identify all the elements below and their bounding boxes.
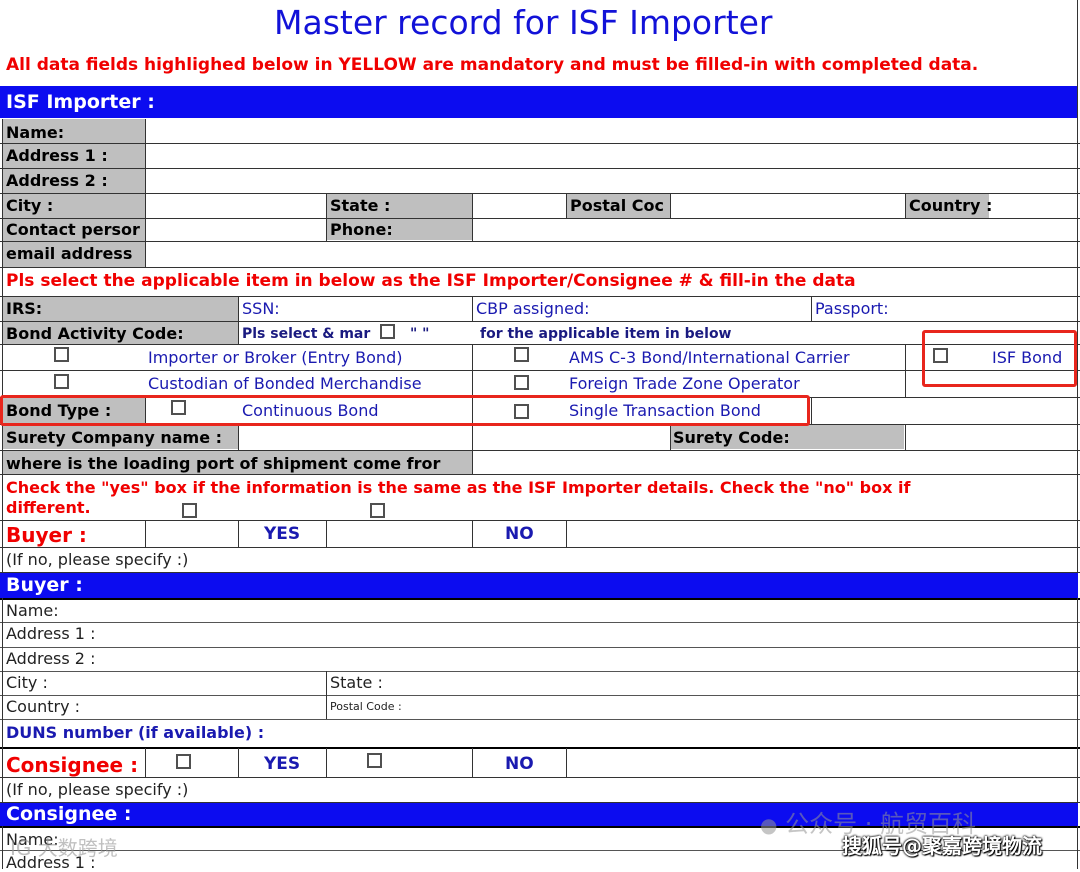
isf-importer-header: ISF Importer :: [0, 86, 1078, 118]
wechat-icon: ●: [760, 813, 778, 837]
importer-address1-field[interactable]: [146, 144, 1076, 168]
check-note-line2: different.: [6, 498, 91, 517]
sohu-watermark: 搜狐号@聚嘉跨境物流: [842, 834, 1042, 858]
wechat-watermark: ● 公众号 · 航贸百科: [760, 812, 976, 836]
consignee-yes-label: YES: [264, 754, 301, 774]
bond-activity-label: Bond Activity Code:: [6, 324, 184, 343]
entry-bond-checkbox[interactable]: [54, 347, 69, 362]
importer-name-label: Name:: [6, 123, 65, 142]
ssn-label[interactable]: SSN:: [242, 301, 280, 317]
custodian-label: Custodian of Bonded Merchandise: [148, 374, 422, 393]
custodian-checkbox[interactable]: [54, 374, 69, 389]
ams-c3-checkbox[interactable]: [514, 347, 529, 362]
page-title: Master record for ISF Importer: [274, 3, 773, 42]
importer-email-label: email address: [6, 244, 133, 263]
sample-yes-checkbox: [182, 503, 197, 518]
importer-name-field[interactable]: [146, 120, 1076, 143]
consignee-no-label: NO: [505, 754, 534, 774]
check-note-line1: Check the "yes" box if the information i…: [6, 478, 911, 497]
bond-activity-instr-a: Pls select & mar: [242, 326, 371, 342]
ams-c3-label: AMS C-3 Bond/International Carrier: [569, 348, 850, 367]
buyer-no-cell[interactable]: [327, 521, 472, 547]
passport-label[interactable]: Passport:: [815, 301, 889, 317]
buyer-postal-label: Postal Code :: [330, 700, 402, 713]
buyer-state-label: State :: [330, 673, 383, 692]
isf-importer-header-text: ISF Importer :: [6, 91, 155, 113]
buyer-address2-label: Address 2 :: [6, 649, 96, 668]
importer-contact-label: Contact persor: [6, 220, 140, 239]
buyer-country-label: Country :: [6, 697, 81, 716]
buyer-row-label: Buyer :: [6, 523, 87, 547]
cbp-label[interactable]: CBP assigned:: [476, 301, 590, 317]
loading-port-label: where is the loading port of shipment co…: [6, 454, 441, 473]
buyer-duns-label: DUNS number (if available) :: [6, 723, 265, 742]
irs-label: IRS:: [6, 299, 43, 318]
ftz-checkbox[interactable]: [514, 375, 529, 390]
importer-email-field[interactable]: [146, 242, 1076, 267]
buyer-yes-cell[interactable]: [146, 521, 238, 547]
surety-code-label: Surety Code:: [673, 428, 790, 447]
mandatory-note: All data fields highlighed below in YELL…: [6, 55, 979, 75]
importer-state-field[interactable]: [473, 194, 566, 218]
buyer-name-label: Name:: [6, 601, 59, 620]
importer-phone-label: Phone:: [330, 220, 393, 239]
instruction-checkbox: [380, 324, 395, 339]
buyer-yes-label: YES: [264, 524, 301, 544]
entry-bond-label: Importer or Broker (Entry Bond): [148, 348, 403, 367]
surety-company-field[interactable]: [239, 425, 670, 450]
isf-bond-highlight: [922, 330, 1077, 387]
buyer-if-no: (If no, please specify :): [6, 550, 189, 569]
importer-address2-field[interactable]: [146, 169, 1076, 193]
bond-activity-instr-b: " ": [410, 326, 430, 342]
consignee-yes-checkbox[interactable]: [176, 754, 191, 769]
importer-country-field[interactable]: [990, 194, 1076, 218]
consignee-no-checkbox[interactable]: [367, 753, 382, 768]
importer-postal-label: Postal Coc: [570, 196, 664, 215]
importer-postal-field[interactable]: [671, 194, 905, 218]
buyer-header: Buyer :: [0, 573, 1078, 598]
surety-company-label: Surety Company name :: [6, 428, 223, 447]
importer-city-field[interactable]: [146, 194, 326, 218]
importer-contact-field[interactable]: [146, 219, 326, 241]
importer-address1-label: Address 1 :: [6, 146, 108, 165]
buyer-header-text: Buyer :: [6, 574, 83, 596]
buyer-address1-label: Address 1 :: [6, 624, 96, 643]
left-watermark: IG 大数跨境: [10, 836, 118, 860]
buyer-city-label: City :: [6, 673, 48, 692]
select-note: Pls select the applicable item in below …: [6, 271, 856, 291]
consignee-header-text: Consignee :: [6, 803, 132, 825]
importer-address2-label: Address 2 :: [6, 171, 108, 190]
bond-type-highlight: [0, 395, 810, 426]
consignee-row-label: Consignee :: [6, 753, 139, 777]
importer-state-label: State :: [330, 196, 391, 215]
importer-country-label: Country :: [909, 196, 993, 215]
loading-port-field[interactable]: [473, 451, 1076, 474]
bond-activity-instr-c: for the applicable item in below: [480, 326, 732, 342]
consignee-if-no: (If no, please specify :): [6, 780, 189, 799]
surety-code-field[interactable]: [906, 425, 1076, 450]
ftz-label: Foreign Trade Zone Operator: [569, 374, 800, 393]
importer-phone-field[interactable]: [473, 219, 1076, 241]
buyer-no-label: NO: [505, 524, 534, 544]
importer-city-label: City :: [6, 196, 54, 215]
sample-no-checkbox: [370, 503, 385, 518]
